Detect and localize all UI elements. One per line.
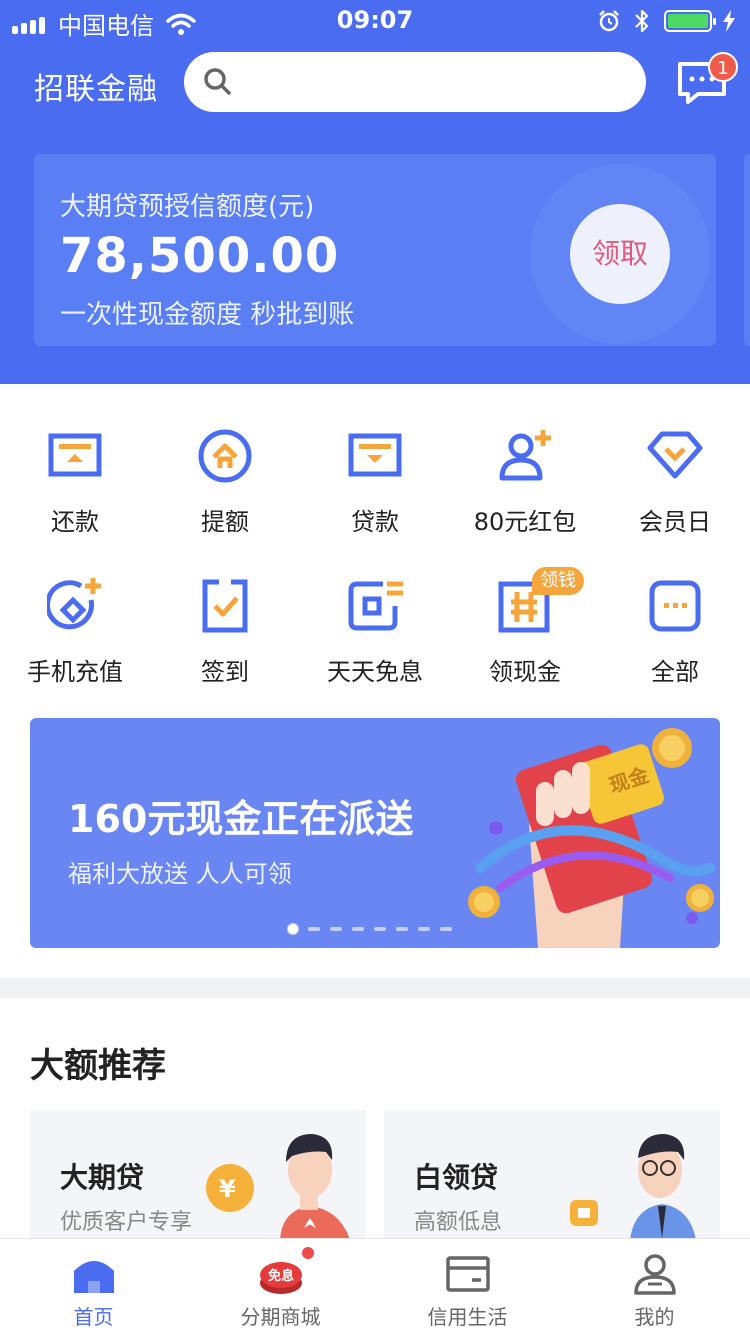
charging-icon	[723, 10, 735, 32]
diamond-icon	[647, 431, 703, 479]
loan-card-bailingdai[interactable]: 白领贷 高额低息	[384, 1110, 720, 1240]
tab-mine[interactable]: 我的	[561, 1239, 748, 1334]
alarm-icon	[599, 10, 619, 32]
tab-mall[interactable]: 免息 分期商城	[187, 1239, 374, 1334]
grid-item-cash[interactable]: 领现金	[450, 578, 600, 698]
battery-icon	[664, 10, 716, 32]
cash-badge: 领钱	[532, 567, 584, 595]
add-friend-icon	[499, 430, 551, 481]
grid-label: 还款	[51, 508, 99, 536]
pagination-dot	[440, 927, 452, 931]
svg-text:¥: ¥	[219, 1175, 236, 1203]
bluetooth-icon	[635, 9, 649, 33]
mall-badge-text: 免息	[268, 1268, 294, 1284]
banner-pagination	[288, 924, 462, 934]
loan-name: 白领贷	[414, 1161, 499, 1194]
office-man-illustration	[570, 1134, 696, 1240]
grid-label: 签到	[201, 658, 249, 686]
message-badge: 1	[708, 52, 738, 82]
search-input[interactable]	[184, 52, 646, 112]
grid-item-member-day[interactable]: 会员日	[600, 428, 750, 548]
notification-dot	[302, 1247, 314, 1259]
grid-item-all[interactable]: 全部	[600, 578, 750, 698]
profile-icon	[634, 1254, 676, 1295]
pagination-dot	[374, 927, 386, 931]
tab-credit-life[interactable]: 信用生活	[374, 1239, 561, 1334]
credit-amount: 78,500.00	[60, 228, 340, 284]
status-bar: 中国电信 09:07	[0, 0, 750, 40]
tab-label: 我的	[634, 1305, 675, 1329]
claim-button[interactable]: 领取	[570, 204, 670, 304]
grid-label: 手机充值	[27, 658, 123, 686]
grid-label: 贷款	[351, 508, 399, 536]
promo-banner[interactable]: 160元现金正在派送 福利大放送 人人可领 现金	[30, 718, 720, 948]
banner-subtitle: 福利大放送 人人可领	[68, 860, 292, 888]
grid-label: 提额	[201, 508, 249, 536]
repay-icon	[48, 433, 102, 477]
credit-subtitle: 一次性现金额度 秒批到账	[60, 300, 355, 330]
grid-label: 80元红包	[473, 508, 577, 536]
pagination-dot	[396, 927, 408, 931]
credit-label: 大期贷预授信额度(元)	[60, 192, 315, 222]
banner-title: 160元现金正在派送	[68, 797, 414, 841]
section-title: 大额推荐	[30, 1046, 166, 1086]
pagination-dot	[418, 927, 430, 931]
grid-item-loan[interactable]: 贷款	[300, 428, 450, 548]
grid-item-repay[interactable]: 还款	[0, 428, 150, 548]
recommend-section: 大额推荐 大期贷 优质客户专享 ¥ 白领贷 高额低息	[0, 998, 750, 1240]
credit-card[interactable]: 大期贷预授信额度(元) 78,500.00 一次性现金额度 秒批到账 领取	[34, 154, 716, 346]
header: 中国电信 09:07 招联金融 1 大期贷预授信额度(元) 78,500.00 …	[0, 0, 750, 384]
grid-item-interest-free[interactable]: 天天免息	[300, 578, 450, 698]
loan-desc: 优质客户专享	[60, 1210, 193, 1235]
loan-desc: 高额低息	[414, 1210, 503, 1235]
grid-item-red-packet[interactable]: 80元红包	[450, 428, 600, 548]
tab-home[interactable]: 首页	[0, 1239, 187, 1334]
pagination-dot	[330, 927, 342, 931]
grid-item-phone-recharge[interactable]: 手机充值	[0, 578, 150, 698]
grid-label: 天天免息	[327, 658, 423, 686]
tab-label: 信用生活	[427, 1305, 508, 1329]
grid-label: 全部	[651, 658, 699, 686]
man-illustration: ¥	[206, 1134, 350, 1240]
function-grid: 还款 提额 贷款 80元红包 会员日 手机充值 签到 天天免息 领现金 全部 领…	[0, 384, 750, 978]
raise-limit-icon	[198, 429, 252, 483]
search-icon	[204, 68, 231, 95]
phone-recharge-icon	[47, 578, 101, 630]
next-card-peek	[744, 154, 750, 346]
tab-label: 分期商城	[240, 1305, 321, 1329]
loan-card-daqidai[interactable]: 大期贷 优质客户专享 ¥	[30, 1110, 366, 1240]
grid-label: 会员日	[639, 508, 711, 536]
pagination-dot-active	[288, 924, 298, 934]
checkin-icon	[202, 579, 248, 633]
mall-icon: 免息	[260, 1262, 302, 1294]
home-icon	[74, 1261, 114, 1293]
loan-icon	[348, 433, 402, 477]
grid-label: 领现金	[489, 658, 561, 686]
pagination-dot	[352, 927, 364, 931]
grid-item-checkin[interactable]: 签到	[150, 578, 300, 698]
tab-label: 首页	[73, 1305, 114, 1329]
hand-red-packet-illustration: 现金	[468, 728, 715, 948]
loan-name: 大期贷	[60, 1161, 145, 1194]
tab-bar: 首页 免息 分期商城 信用生活 我的	[0, 1238, 750, 1334]
card-icon	[446, 1256, 490, 1292]
interest-free-icon	[348, 581, 403, 631]
pagination-dot	[308, 927, 320, 931]
brand-title: 招联金融	[34, 72, 158, 107]
more-icon	[649, 580, 701, 632]
grid-item-raise-limit[interactable]: 提额	[150, 428, 300, 548]
